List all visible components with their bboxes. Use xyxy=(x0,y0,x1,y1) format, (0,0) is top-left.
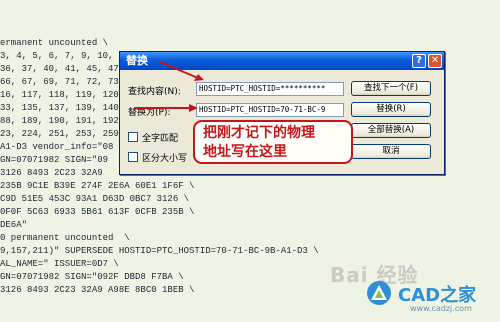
editor-line: DE6A" xyxy=(0,220,28,230)
annotation-callout: 把刚才记下的物理 地址写在这里 xyxy=(193,120,353,164)
editor-line: 235B 9C1E B39E 274F 2E6A 60E1 1F6F \ xyxy=(0,181,195,191)
editor-line: 0F0F 5C63 6933 5B61 613F 0CFB 235B \ xyxy=(0,207,195,217)
replace-all-button[interactable]: 全部替换(A) xyxy=(351,123,431,138)
editor-line: 0 permanent uncounted \ xyxy=(0,233,130,243)
find-what-label: 查找内容(N): xyxy=(128,87,181,97)
editor-line: ermanent uncounted \ xyxy=(0,38,109,48)
annotation-line-1: 把刚才记下的物理 xyxy=(203,125,315,141)
annotation-line-2: 地址写在这里 xyxy=(203,144,287,160)
find-what-input[interactable]: HOSTID=PTC_HOSTID=********** xyxy=(196,82,344,96)
editor-line: 9,157,211)" SUPERSEDE HOSTID=PTC_HOSTID=… xyxy=(0,246,319,256)
find-next-button[interactable]: 查找下一个(F) xyxy=(351,81,431,96)
replace-button[interactable]: 替换(R) xyxy=(351,102,431,117)
cad-logo-icon xyxy=(367,281,391,305)
replace-with-input[interactable]: HOSTID=PTC_HOSTID=70-71-BC-9 xyxy=(196,103,344,117)
close-icon[interactable]: ✕ xyxy=(428,54,442,68)
cancel-button[interactable]: 取消 xyxy=(351,144,431,159)
whole-word-label: 全字匹配 xyxy=(142,134,179,144)
editor-line: AL_NAME=" ISSUER=0D7 \ xyxy=(0,259,119,269)
replace-with-label: 替换为(P): xyxy=(128,108,171,118)
editor-line: C9D 51E5 453C 93A1 D63D 0BC7 3126 \ xyxy=(0,194,190,204)
whole-word-checkbox[interactable] xyxy=(128,132,138,142)
cad-url-watermark: www.cadzj.com xyxy=(410,304,472,313)
dialog-titlebar[interactable]: 替换 ? ✕ xyxy=(120,52,444,70)
match-case-label: 区分大小写 xyxy=(142,154,188,164)
help-icon[interactable]: ? xyxy=(412,54,426,68)
dialog-title: 替换 xyxy=(126,54,148,67)
match-case-checkbox[interactable] xyxy=(128,152,138,162)
